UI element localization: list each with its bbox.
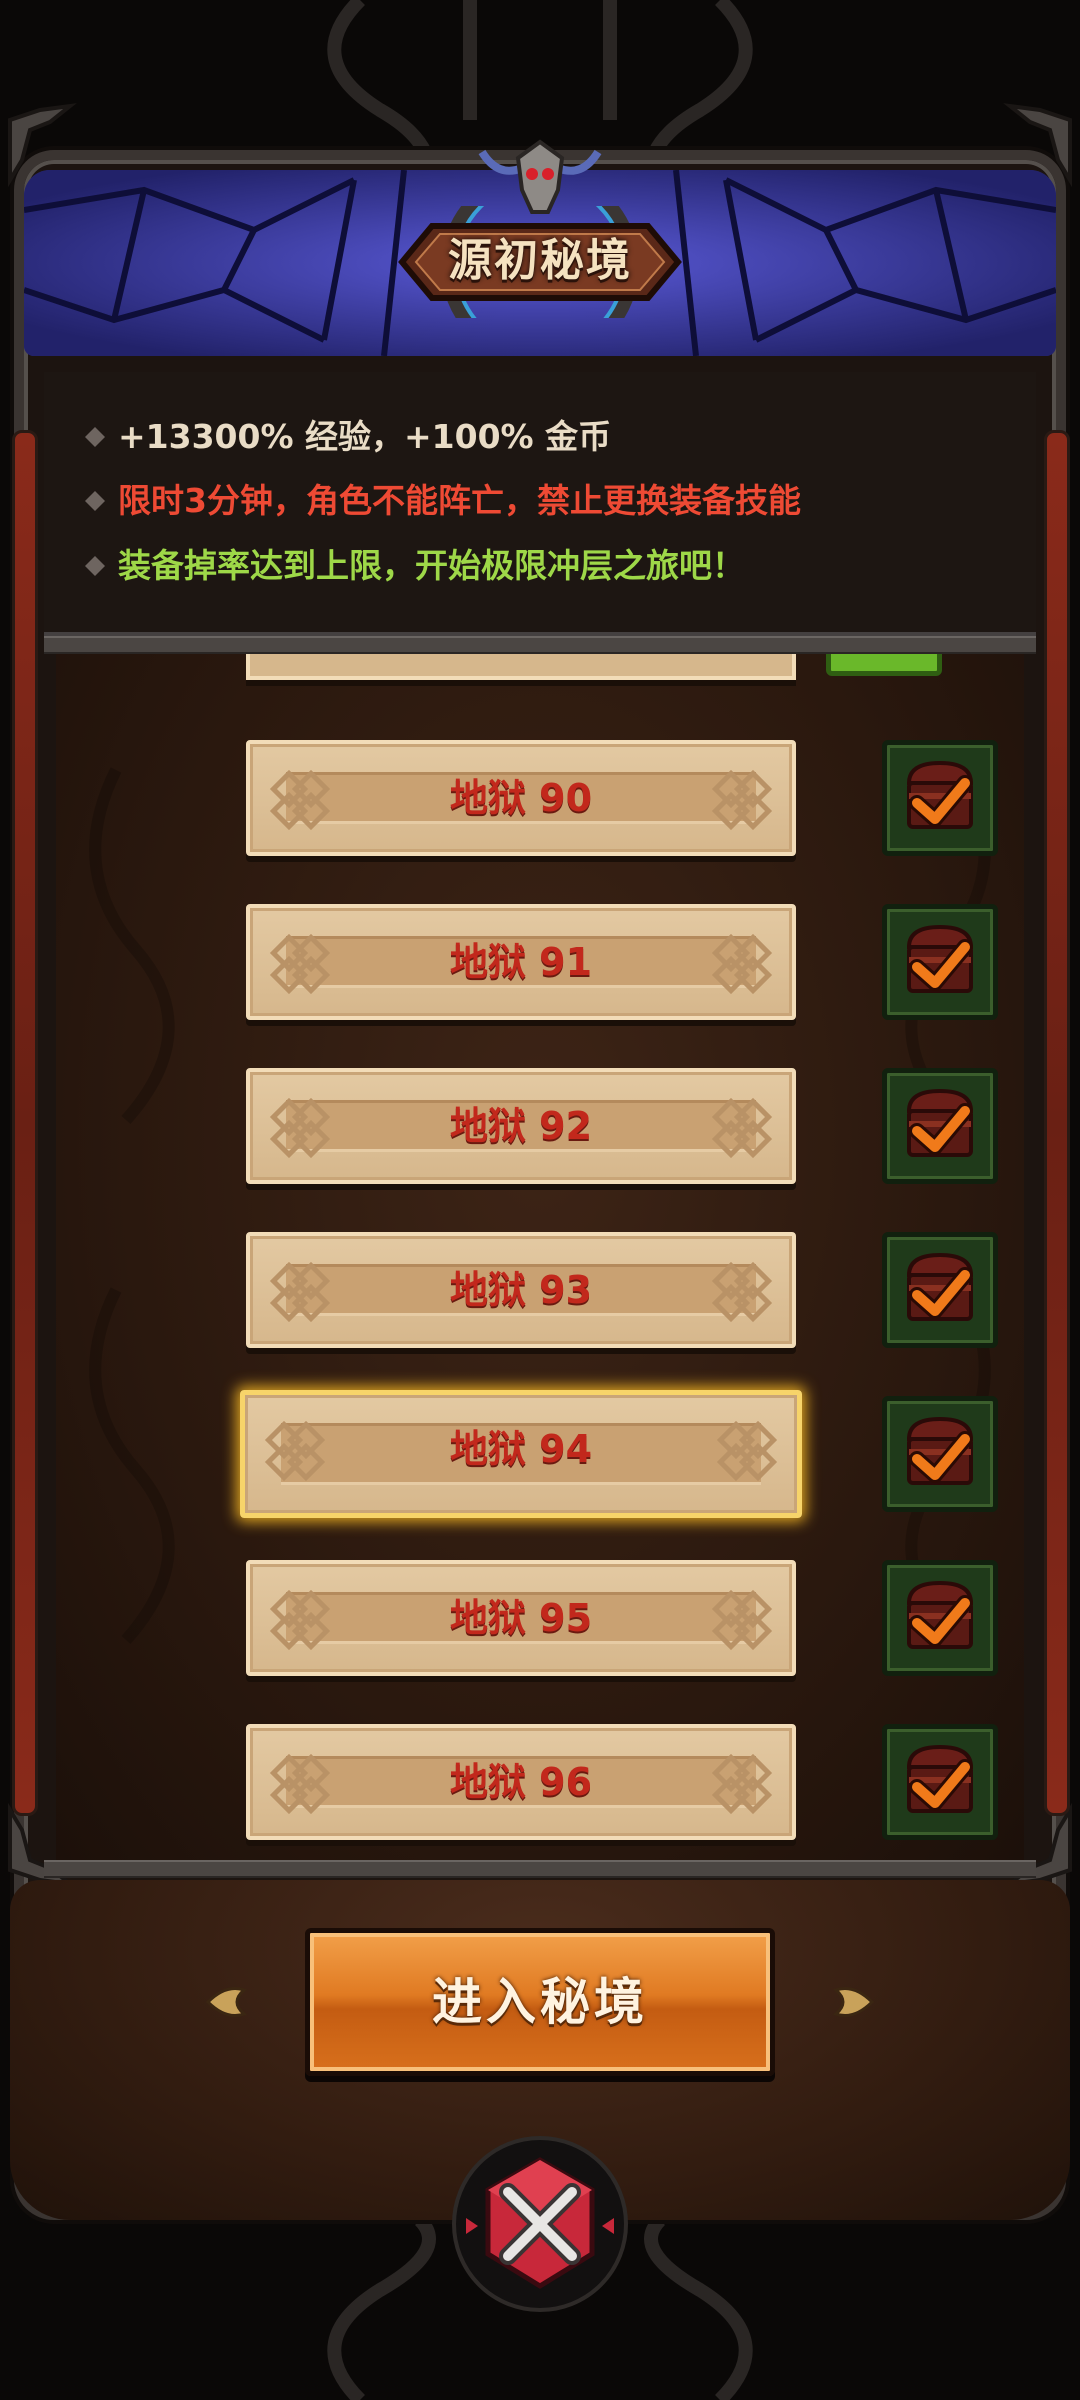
page-title: 源初秘境 bbox=[448, 235, 632, 286]
reward-box[interactable] bbox=[882, 1724, 998, 1840]
reward-box[interactable] bbox=[882, 1560, 998, 1676]
level-button-selected[interactable]: 地狱 94 bbox=[240, 1390, 802, 1518]
level-label: 地狱 91 bbox=[449, 940, 593, 984]
leaf-ornament-left-icon bbox=[205, 1987, 247, 2017]
leaf-ornament-right-icon bbox=[833, 1987, 875, 2017]
right-rail bbox=[1044, 430, 1070, 1816]
reward-box[interactable] bbox=[882, 1068, 998, 1184]
level-row[interactable]: 地狱 96 bbox=[246, 1724, 998, 1844]
reward-box[interactable] bbox=[882, 1232, 998, 1348]
level-list[interactable]: 地狱 90 地狱 91 地狱 92 地狱 93 地狱 94 地狱 95 地狱 96 bbox=[56, 650, 1024, 1860]
diamond-bullet-icon bbox=[85, 491, 105, 511]
skull-emblem-icon bbox=[478, 139, 602, 214]
level-label: 地狱 92 bbox=[449, 1104, 593, 1148]
level-button[interactable]: 地狱 91 bbox=[246, 904, 796, 1020]
list-bottom-divider bbox=[44, 1860, 1036, 1878]
enter-dungeon-button[interactable]: 进入秘境 bbox=[305, 1928, 775, 2076]
level-label: 地狱 94 bbox=[449, 1427, 593, 1471]
level-row[interactable]: 地狱 95 bbox=[246, 1560, 998, 1680]
level-row[interactable]: 地狱 92 bbox=[246, 1068, 998, 1188]
level-button[interactable]: 地狱 96 bbox=[246, 1724, 796, 1840]
level-button[interactable]: 地狱 90 bbox=[246, 740, 796, 856]
reward-box[interactable] bbox=[882, 740, 998, 856]
info-line-rules: 限时3分钟，角色不能阵亡，禁止更换装备技能 bbox=[118, 481, 801, 520]
level-label: 地狱 90 bbox=[449, 776, 593, 820]
level-button[interactable]: 地狱 95 bbox=[246, 1560, 796, 1676]
level-label: 地狱 93 bbox=[449, 1268, 593, 1312]
diamond-bullet-icon bbox=[85, 556, 105, 576]
level-row[interactable]: 地狱 91 bbox=[246, 904, 998, 1024]
reward-box[interactable] bbox=[882, 1396, 998, 1512]
enter-dungeon-label: 进入秘境 bbox=[432, 1973, 648, 2031]
list-top-divider bbox=[44, 636, 1036, 654]
close-icon[interactable] bbox=[452, 2136, 628, 2312]
left-rail bbox=[12, 430, 38, 1816]
level-label: 地狱 96 bbox=[449, 1760, 593, 1804]
partial-level-plate bbox=[246, 650, 796, 680]
info-line-rewards: +13300% 经验，+100% 金币 bbox=[118, 417, 612, 456]
info-line-drop-rate: 装备掉率达到上限，开始极限冲层之旅吧！ bbox=[118, 546, 745, 585]
level-button[interactable]: 地狱 92 bbox=[246, 1068, 796, 1184]
level-label: 地狱 95 bbox=[449, 1596, 593, 1640]
level-button[interactable]: 地狱 93 bbox=[246, 1232, 796, 1348]
diamond-bullet-icon bbox=[85, 427, 105, 447]
level-row[interactable]: 地狱 94 bbox=[240, 1390, 998, 1518]
level-row[interactable]: 地狱 93 bbox=[246, 1232, 998, 1352]
level-row[interactable]: 地狱 90 bbox=[246, 740, 998, 860]
reward-box[interactable] bbox=[882, 904, 998, 1020]
